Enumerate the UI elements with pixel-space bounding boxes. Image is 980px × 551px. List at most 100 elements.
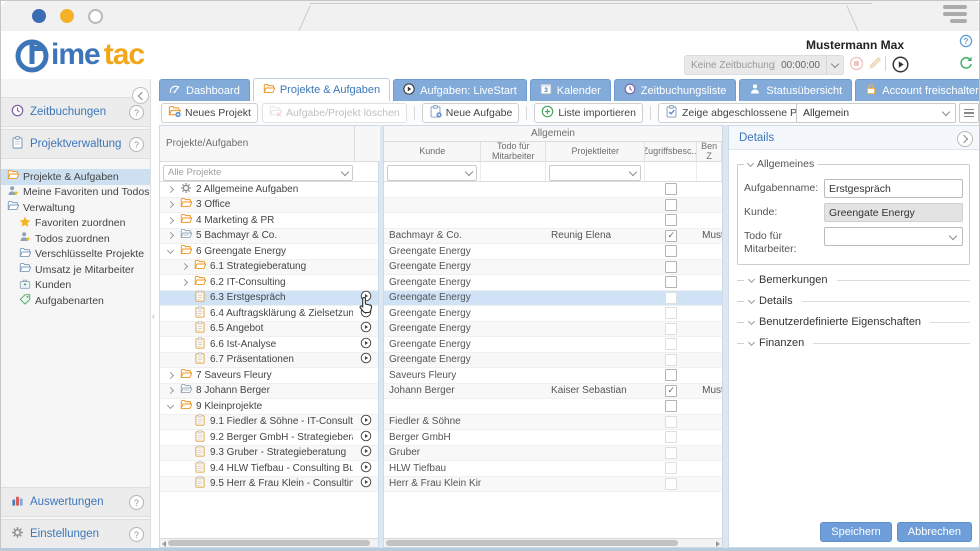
tree-row[interactable]: 6.1 Strategieberatung <box>160 260 378 276</box>
detail-section-bemerkungen[interactable]: Bemerkungen <box>737 274 970 286</box>
filter-cell[interactable] <box>546 162 645 181</box>
start-task-play-icon[interactable] <box>360 430 372 445</box>
detail-section-benutzerdefinierte-eigenschaften[interactable]: Benutzerdefinierte Eigenschaften <box>737 316 970 328</box>
collapse-sidebar-button[interactable] <box>132 87 149 104</box>
window-dot-white[interactable] <box>88 9 103 24</box>
tree-row[interactable]: 8 Johann Berger <box>160 384 378 400</box>
column-header-ben-z[interactable]: Ben Z <box>697 142 722 162</box>
start-task-play-icon[interactable] <box>360 352 372 367</box>
column-header-projektleiter[interactable]: Projektleiter <box>546 142 645 162</box>
tree-row[interactable]: 2 Allgemeine Aufgaben <box>160 182 378 198</box>
tree-column-header[interactable]: Projekte/Aufgaben <box>160 126 355 162</box>
column-header-kunde[interactable]: Kunde <box>384 142 481 162</box>
fieldset-legend[interactable]: Allgemeines <box>744 158 818 170</box>
tree-cell[interactable]: 6.3 Erstgespräch <box>160 290 353 305</box>
grid-horizontal-scrollbar[interactable] <box>384 538 722 547</box>
expand-icon[interactable] <box>164 373 176 378</box>
grid-row[interactable]: Saveurs Fleury <box>384 368 722 384</box>
tree-row[interactable]: 9.3 Gruber - Strategieberatung <box>160 446 378 462</box>
tree-row[interactable]: 7 Saveurs Fleury <box>160 368 378 384</box>
scroll-left-icon[interactable] <box>162 541 166 547</box>
grid-row[interactable]: Greengate Energy <box>384 337 722 353</box>
sidebar-item-verschl-sselte-projekte[interactable]: Verschlüsselte Projekte <box>1 247 150 263</box>
help-icon[interactable]: ? <box>129 137 144 152</box>
checkbox[interactable] <box>665 199 677 211</box>
tree-row[interactable]: 6.7 Präsentationen <box>160 353 378 369</box>
tree-row[interactable]: 9.1 Fiedler & Söhne - IT-Consulting <box>160 415 378 431</box>
tree-cell[interactable]: 3 Office <box>160 197 353 212</box>
grid-row[interactable]: Bachmayr & Co.Reunig ElenaMuster <box>384 229 722 245</box>
grid-row[interactable]: Greengate Energy <box>384 353 722 369</box>
checkbox[interactable] <box>665 400 677 412</box>
expand-icon[interactable] <box>164 233 176 238</box>
tree-cell[interactable]: 9 Kleinprojekte <box>160 399 353 414</box>
play-cell[interactable] <box>353 337 378 352</box>
expand-icon[interactable] <box>178 280 190 285</box>
sidebar-section-zeitbuchungen[interactable]: Zeitbuchungen? <box>1 97 150 127</box>
detail-section-finanzen[interactable]: Finanzen <box>737 337 970 349</box>
column-header-zugriffsbesc-[interactable]: Zugriffsbesc... <box>645 142 697 162</box>
perspective-select[interactable]: Allgemein <box>796 103 956 123</box>
tab-aufgaben-livestart[interactable]: Aufgaben: LiveStart <box>393 79 527 101</box>
start-task-play-icon[interactable] <box>360 414 372 429</box>
sidebar-item-umsatz-je-mitarbeiter[interactable]: Umsatz je Mitarbeiter <box>1 262 150 278</box>
detail-section-details[interactable]: Details <box>737 295 970 307</box>
grid-row[interactable]: Greengate Energy <box>384 260 722 276</box>
checkbox[interactable] <box>665 183 677 195</box>
collapse-details-button[interactable] <box>957 131 973 147</box>
grid-row[interactable] <box>384 182 722 198</box>
start-task-play-icon[interactable] <box>360 337 372 352</box>
cell-zugriff[interactable] <box>645 198 697 213</box>
tab-projekte-aufgaben[interactable]: Projekte & Aufgaben <box>253 78 390 101</box>
cell-zugriff[interactable] <box>645 399 697 414</box>
cell-zugriff[interactable] <box>645 430 697 445</box>
toolbar-button-neues-projekt[interactable]: Neues Projekt <box>161 103 258 123</box>
stop-icon[interactable] <box>849 56 864 76</box>
pencil-icon[interactable] <box>868 56 882 75</box>
refresh-icon[interactable] <box>959 56 973 75</box>
tree-cell[interactable]: 5 Bachmayr & Co. <box>160 228 353 243</box>
cell-zugriff[interactable] <box>645 260 697 275</box>
tree-row[interactable]: 4 Marketing & PR <box>160 213 378 229</box>
cell-zugriff[interactable] <box>645 337 697 352</box>
start-task-play-icon[interactable] <box>360 461 372 476</box>
start-timer-play-icon[interactable] <box>892 56 909 78</box>
tree-cell[interactable]: 8 Johann Berger <box>160 383 353 398</box>
tree-cell[interactable]: 9.4 HLW Tiefbau - Consulting Business Pl… <box>160 461 353 476</box>
grid-row[interactable] <box>384 198 722 214</box>
grid-row[interactable]: Greengate Energy <box>384 291 722 307</box>
checkbox[interactable] <box>665 276 677 288</box>
tab-account-freischalten[interactable]: Account freischalten <box>855 79 980 101</box>
window-dot-yellow[interactable] <box>60 9 74 23</box>
start-task-play-icon[interactable] <box>360 476 372 491</box>
cell-zugriff[interactable] <box>645 353 697 368</box>
checkbox[interactable] <box>665 214 677 226</box>
toolbar-button-liste-importieren[interactable]: Liste importieren <box>534 103 643 123</box>
tree-row[interactable]: 6.6 Ist-Analyse <box>160 337 378 353</box>
tree-row[interactable]: 6 Greengate Energy <box>160 244 378 260</box>
tree-row[interactable]: 5 Bachmayr & Co. <box>160 229 378 245</box>
cell-zugriff[interactable] <box>645 322 697 337</box>
cell-zugriff[interactable] <box>645 446 697 461</box>
grid-row[interactable]: Gruber <box>384 446 722 462</box>
grid-row[interactable]: Fiedler & Söhne <box>384 415 722 431</box>
grid-row[interactable]: Herr & Frau Klein Kinders... <box>384 477 722 493</box>
sidebar-item-meine-favoriten-und-todos[interactable]: Meine Favoriten und Todos <box>1 185 150 201</box>
tree-cell[interactable]: 2 Allgemeine Aufgaben <box>160 182 353 197</box>
cell-zugriff[interactable] <box>645 213 697 228</box>
scrollbar-thumb[interactable] <box>168 540 370 546</box>
expand-icon[interactable] <box>164 218 176 223</box>
checkbox[interactable] <box>665 245 677 257</box>
tree-horizontal-scrollbar[interactable] <box>160 538 378 547</box>
expand-icon[interactable] <box>178 264 190 269</box>
play-cell[interactable] <box>353 414 378 429</box>
help-icon[interactable]: ? <box>129 105 144 120</box>
window-dot-blue[interactable] <box>32 9 46 23</box>
tree-row[interactable]: 9.5 Herr & Frau Klein - Consulting Busin… <box>160 477 378 493</box>
help-icon[interactable]: ? <box>129 495 144 510</box>
sidebar-section-projektverwaltung[interactable]: Projektverwaltung? <box>1 129 150 159</box>
tree-row[interactable]: 6.4 Auftragsklärung & Zielsetzung <box>160 306 378 322</box>
tree-cell[interactable]: 6.1 Strategieberatung <box>160 259 353 274</box>
column-header-todo-f-r-mitarbeiter[interactable]: Todo für Mitarbeiter <box>481 142 546 162</box>
checkbox[interactable] <box>665 230 677 242</box>
